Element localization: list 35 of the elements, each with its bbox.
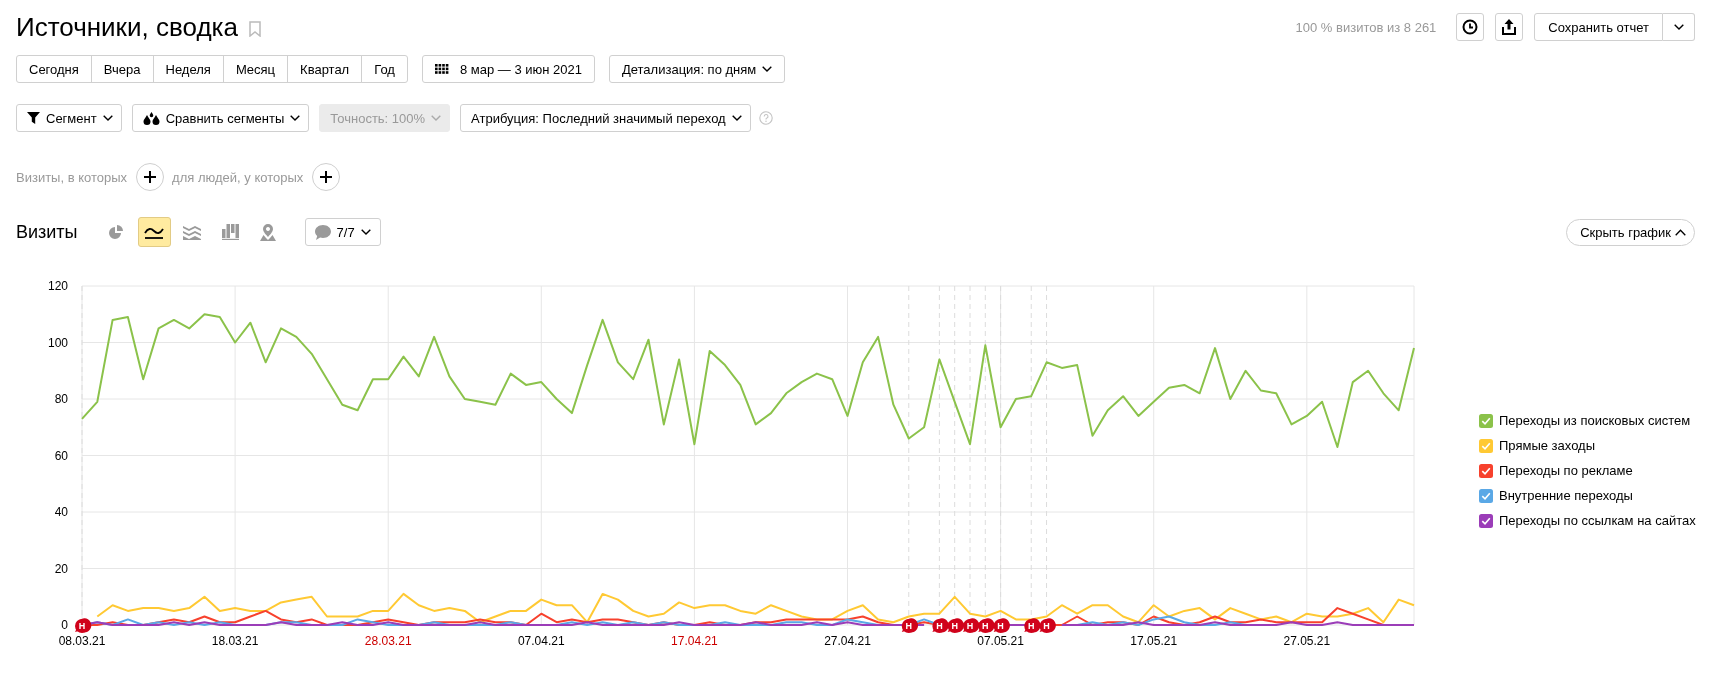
date-label: 17.05.21	[1130, 634, 1178, 648]
axis-label: 20	[54, 561, 68, 576]
legend-label: Переходы из поисковых систем	[1499, 413, 1691, 428]
page-title: Источники, сводка	[16, 12, 238, 42]
condition-label: для людей, у которых	[172, 169, 304, 185]
date-label: 07.04.21	[517, 634, 565, 648]
annotation: Н	[982, 621, 989, 632]
date-label: 08.03.21	[58, 634, 106, 648]
axis-label: 80	[54, 392, 68, 406]
legend-label: Внутренние переходы	[1499, 488, 1633, 503]
date-label: 17.04.21	[671, 634, 718, 648]
annotation: Н	[1043, 621, 1050, 632]
axis-label: 40	[54, 505, 68, 519]
annotation: Н	[1027, 621, 1035, 632]
legend-label: Переходы по рекламе	[1499, 463, 1633, 478]
legend-label: Прямые заходы	[1499, 438, 1595, 453]
legend-label: Переходы по ссылкам на сайтах	[1499, 513, 1696, 528]
date-label: 27.04.21	[824, 634, 871, 648]
axis-label: 100	[47, 335, 68, 350]
visits-share-text: 100 % визитов из 8 261	[1295, 19, 1437, 35]
chart-title: Визиты	[16, 221, 78, 243]
annotation: Н	[78, 621, 86, 632]
axis-label: 0	[61, 618, 68, 632]
annotation: Н	[936, 621, 943, 632]
date-label: 28.03.21	[364, 634, 412, 648]
annotation: Н	[997, 621, 1004, 632]
annotation: Н	[905, 621, 913, 632]
axis-label: 120	[47, 279, 68, 293]
annotation: Н	[951, 621, 958, 632]
annotation: Н	[966, 621, 974, 632]
axis-label: 60	[54, 448, 68, 463]
condition-label: Визиты, в которых	[16, 169, 128, 185]
date-label: 27.05.21	[1283, 634, 1331, 648]
date-label: 07.05.21	[977, 634, 1024, 648]
date-label: 18.03.21	[211, 634, 259, 648]
